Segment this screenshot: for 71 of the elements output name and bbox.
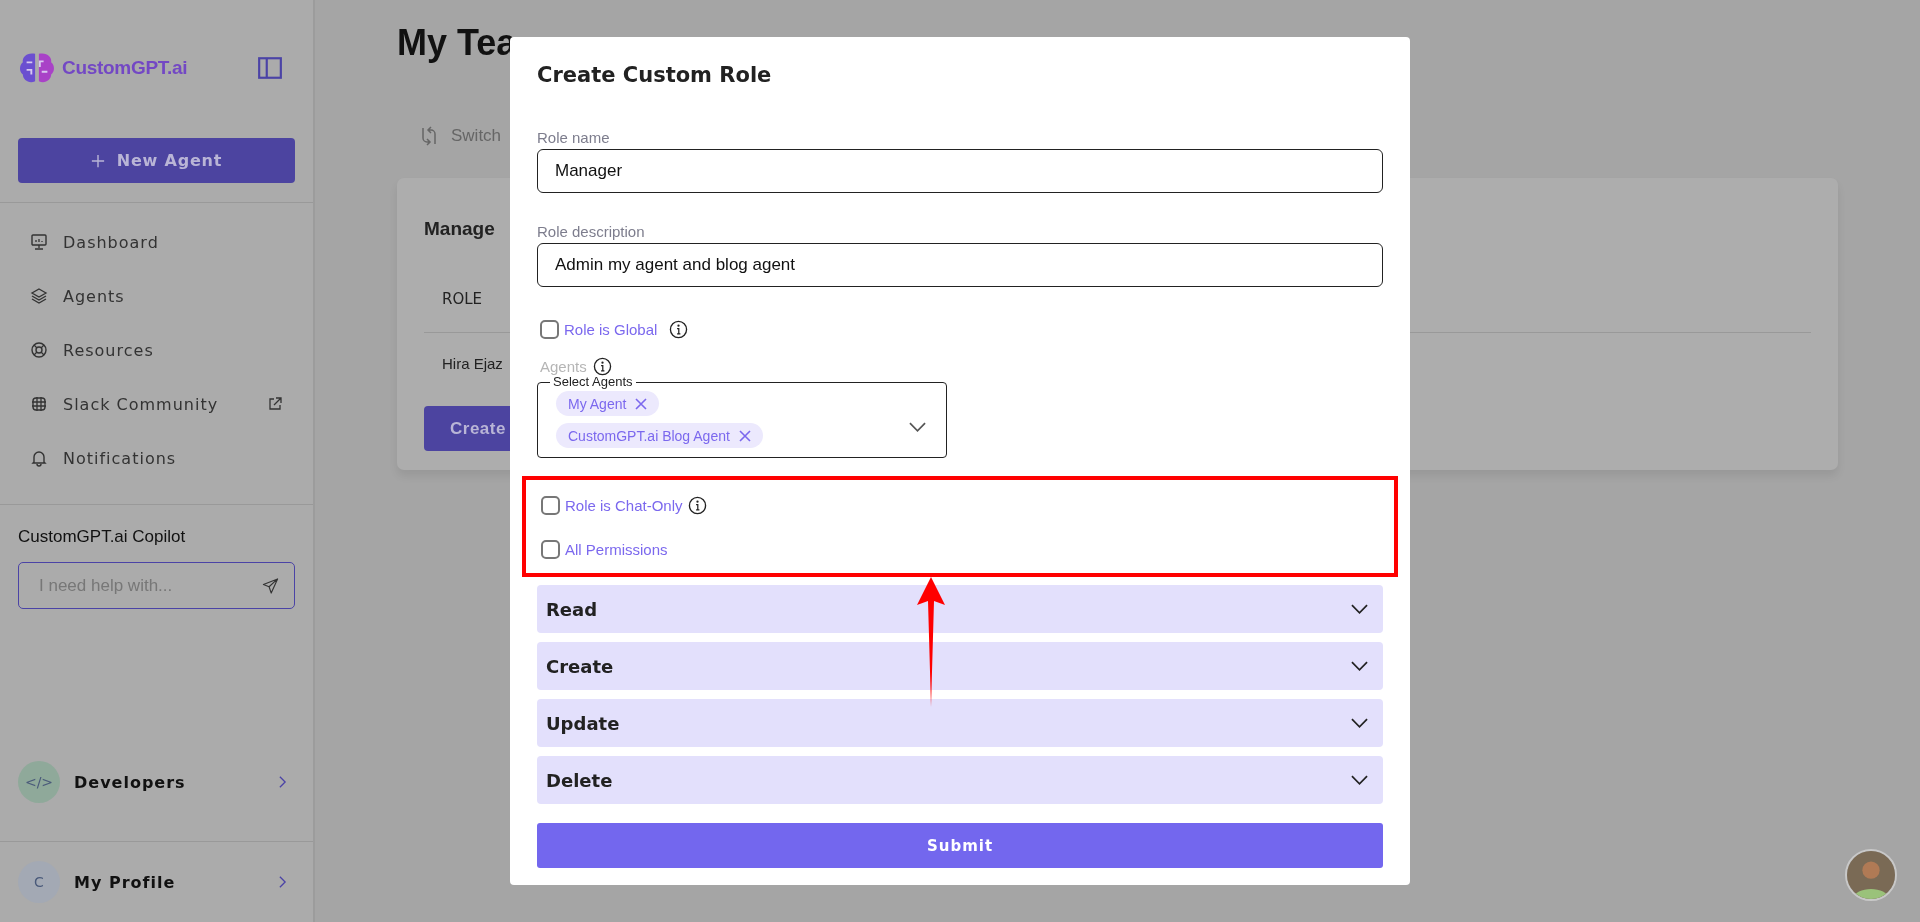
chip-label: CustomGPT.ai Blog Agent — [568, 427, 730, 444]
chevron-right-icon — [278, 875, 287, 889]
checkbox-label[interactable]: Role is Global — [564, 321, 658, 338]
accordion-label: Read — [546, 598, 598, 620]
nav-label: Agents — [63, 286, 126, 306]
accordion-header[interactable]: Create — [537, 642, 1383, 690]
info-icon[interactable] — [687, 496, 707, 515]
field-label: Role name — [537, 129, 610, 146]
submit-button[interactable]: Submit — [537, 823, 1383, 868]
checkbox[interactable] — [541, 540, 560, 559]
select-legend: Select Agents — [550, 374, 636, 390]
plus-icon — [90, 153, 105, 168]
chevron-down-icon — [1351, 775, 1368, 785]
accordion-header[interactable]: Read — [537, 585, 1383, 633]
avatar-badge: </> — [18, 761, 60, 803]
chevron-down-icon — [1351, 604, 1368, 614]
hash-grid-icon — [30, 395, 48, 413]
footer-label: Developers — [74, 772, 187, 792]
lifebuoy-icon — [30, 341, 48, 359]
input-field[interactable]: Manager — [537, 149, 1383, 193]
brain-logo-icon — [18, 51, 56, 85]
field-label: Role description — [537, 223, 645, 240]
monitor-icon — [30, 233, 48, 251]
accordion-label: Update — [546, 712, 620, 734]
chevron-right-icon — [278, 775, 287, 789]
nav-item[interactable]: Agents — [0, 269, 313, 323]
accordion-header[interactable]: Update — [537, 699, 1383, 747]
sidebar-toggle-icon[interactable] — [257, 55, 283, 81]
accordion-label: Create — [546, 655, 614, 677]
remove-icon[interactable] — [738, 429, 751, 442]
layers-icon — [30, 287, 48, 305]
chevron-down-icon — [1351, 718, 1368, 728]
nav-label: Dashboard — [63, 232, 160, 252]
card-title: Manage — [424, 217, 495, 240]
chevron-down-icon — [1351, 661, 1368, 671]
agent-chip[interactable]: My Agent — [556, 391, 660, 416]
nav-label: Notifications — [63, 448, 178, 468]
agents-select-field[interactable]: Select Agents My Agent CustomGPT.ai Blog Agent — [537, 374, 947, 458]
checkbox-label[interactable]: Role is Chat-Only — [565, 497, 683, 514]
remove-icon[interactable] — [635, 397, 648, 410]
avatar-badge: C — [18, 861, 60, 903]
accordion-header[interactable]: Delete — [537, 756, 1383, 804]
table-cell: Hira Ejaz — [442, 355, 503, 372]
chat-avatar[interactable] — [1845, 849, 1897, 901]
column-header: ROLE — [442, 290, 483, 308]
info-icon[interactable] — [592, 357, 612, 376]
new-agent-button[interactable]: New Agent — [18, 138, 295, 183]
footer-label: My Profile — [74, 872, 177, 892]
nav-item[interactable]: Dashboard — [0, 215, 313, 269]
chip-label: My Agent — [568, 395, 627, 412]
nav-item[interactable]: Resources — [0, 323, 313, 377]
checkbox[interactable] — [541, 496, 560, 515]
copilot-title: CustomGPT.ai Copilot — [18, 527, 187, 547]
logo-text: CustomGPT.ai — [62, 57, 188, 79]
nav-label: Resources — [63, 340, 155, 360]
nav-item[interactable]: Notifications — [0, 431, 313, 485]
checkbox-label[interactable]: All Permissions — [565, 541, 668, 558]
info-icon[interactable] — [669, 320, 689, 339]
input-field[interactable]: Admin my agent and blog agent — [537, 243, 1383, 287]
footer-item[interactable]: C My Profile — [0, 842, 313, 922]
agent-chip[interactable]: CustomGPT.ai Blog Agent — [556, 423, 763, 448]
field-label: Agents — [540, 358, 587, 375]
modal-title: Create Custom Role — [537, 63, 772, 87]
bell-icon — [30, 449, 48, 467]
accordion-label: Delete — [546, 769, 613, 791]
nav-label: Slack Community — [63, 394, 220, 414]
chevron-down-icon — [909, 422, 926, 432]
footer-item[interactable]: </> Developers — [0, 742, 313, 822]
external-link-icon — [267, 396, 283, 412]
nav-item[interactable]: Slack Community — [0, 377, 313, 431]
checkbox[interactable] — [540, 320, 559, 339]
